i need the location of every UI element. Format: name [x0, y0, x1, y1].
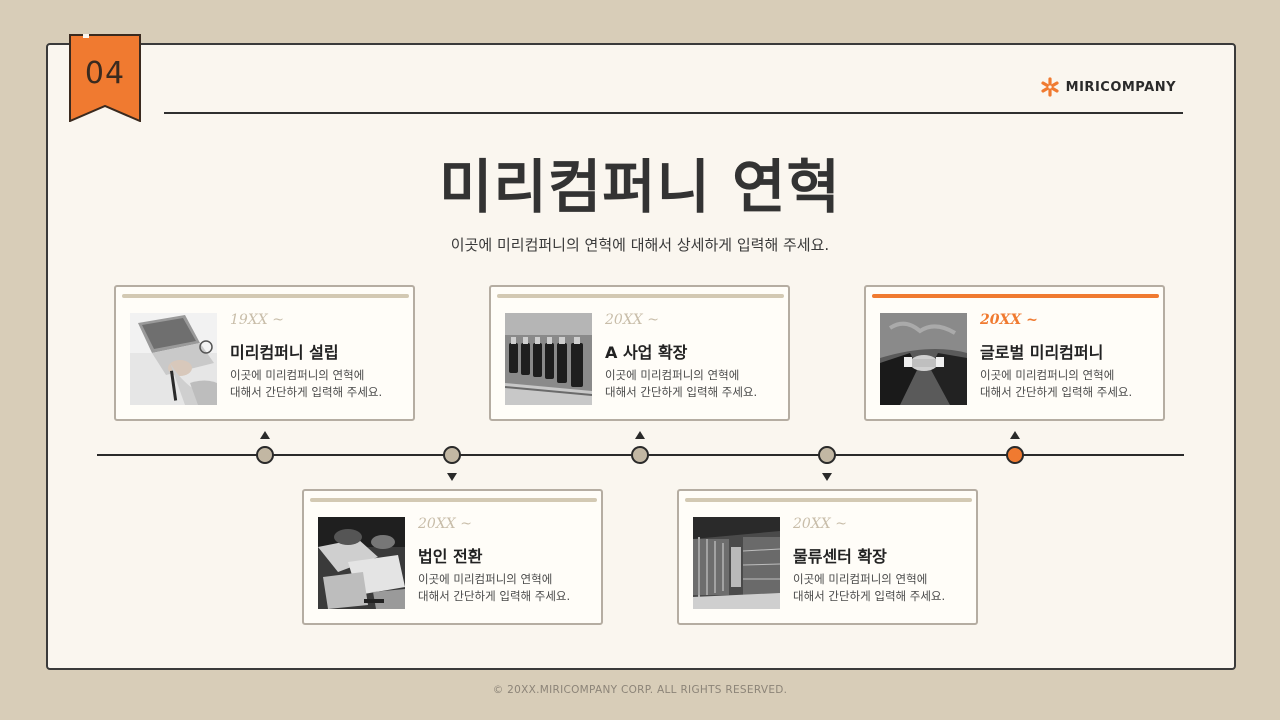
card-description: 이곳에 미리컴퍼니의 연혁에 대해서 간단하게 입력해 주세요.: [230, 367, 410, 401]
card-desc-line: 이곳에 미리컴퍼니의 연혁에: [605, 368, 740, 382]
card-year: 20XX ~: [980, 312, 1038, 328]
card-year: 20XX ~: [418, 516, 472, 532]
section-number: 04: [84, 56, 126, 91]
timeline-dot-5: [1006, 446, 1024, 464]
card-desc-line: 이곳에 미리컴퍼니의 연혁에: [418, 572, 553, 586]
card-year: 20XX ~: [605, 312, 659, 328]
card-description: 이곳에 미리컴퍼니의 연혁에 대해서 간단하게 입력해 주세요.: [418, 571, 598, 605]
arrow-up-icon: [635, 431, 645, 439]
footer-copyright: © 20XX.MIRICOMPANY CORP. ALL RIGHTS RESE…: [492, 684, 788, 696]
card-desc-line: 대해서 간단하게 입력해 주세요.: [230, 385, 383, 399]
card-desc-line: 이곳에 미리컴퍼니의 연혁에: [980, 368, 1115, 382]
card-bar: [310, 498, 597, 502]
card-desc-line: 이곳에 미리컴퍼니의 연혁에: [793, 572, 928, 586]
timeline-card-5: 20XX ~ 글로벌 미리컴퍼니 이곳에 미리컴퍼니의 연혁에 대해서 간단하게…: [864, 285, 1165, 421]
timeline-card-1: 19XX ~ 미리컴퍼니 설립 이곳에 미리컴퍼니의 연혁에 대해서 간단하게 …: [114, 285, 415, 421]
card-bar: [122, 294, 409, 298]
page-title: 미리컴퍼니 연혁: [439, 153, 841, 221]
card-desc-line: 대해서 간단하게 입력해 주세요.: [980, 385, 1133, 399]
card-bar-accent: [872, 294, 1159, 298]
card-bar: [497, 294, 784, 298]
arrow-up-icon: [260, 431, 270, 439]
card-year: 19XX ~: [230, 312, 284, 328]
timeline-card-4: 20XX ~ 물류센터 확장 이곳에 미리컴퍼니의 연혁에 대해서 간단하게 입…: [677, 489, 978, 625]
logo-text: MIRICOMPANY: [1065, 79, 1176, 95]
card-title: 법인 전환: [418, 547, 483, 566]
laptop-photo: [130, 313, 217, 405]
page-subtitle: 이곳에 미리컴퍼니의 연혁에 대해서 상세하게 입력해 주세요.: [450, 236, 830, 254]
timeline-dot-3: [631, 446, 649, 464]
card-desc-line: 대해서 간단하게 입력해 주세요.: [418, 589, 571, 603]
card-title: A 사업 확장: [605, 343, 688, 362]
header-divider: [164, 112, 1183, 114]
timeline-card-3: 20XX ~ A 사업 확장 이곳에 미리컴퍼니의 연혁에 대해서 간단하게 입…: [489, 285, 790, 421]
card-desc-line: 대해서 간단하게 입력해 주세요.: [793, 589, 946, 603]
bottles-photo: [505, 313, 592, 405]
handshake-photo: [880, 313, 967, 405]
timeline-dot-2: [443, 446, 461, 464]
arrow-up-icon: [1010, 431, 1020, 439]
card-description: 이곳에 미리컴퍼니의 연혁에 대해서 간단하게 입력해 주세요.: [980, 367, 1160, 401]
card-bar: [685, 498, 972, 502]
card-title: 글로벌 미리컴퍼니: [980, 343, 1104, 362]
timeline-dot-4: [818, 446, 836, 464]
card-desc-line: 이곳에 미리컴퍼니의 연혁에: [230, 368, 365, 382]
warehouse-photo: [693, 517, 780, 609]
arrow-down-icon: [822, 473, 832, 481]
card-year: 20XX ~: [793, 516, 847, 532]
card-title: 물류센터 확장: [793, 547, 887, 566]
section-ribbon: 04: [69, 34, 141, 123]
card-description: 이곳에 미리컴퍼니의 연혁에 대해서 간단하게 입력해 주세요.: [605, 367, 785, 401]
timeline-card-2: 20XX ~ 법인 전환 이곳에 미리컴퍼니의 연혁에 대해서 간단하게 입력해…: [302, 489, 603, 625]
arrow-down-icon: [447, 473, 457, 481]
card-title: 미리컴퍼니 설립: [230, 343, 339, 362]
timeline-dot-1: [256, 446, 274, 464]
card-description: 이곳에 미리컴퍼니의 연혁에 대해서 간단하게 입력해 주세요.: [793, 571, 973, 605]
company-logo: MIRICOMPANY: [1040, 77, 1176, 97]
card-desc-line: 대해서 간단하게 입력해 주세요.: [605, 385, 758, 399]
asterisk-logo-icon: [1041, 77, 1059, 97]
documents-photo: [318, 517, 405, 609]
